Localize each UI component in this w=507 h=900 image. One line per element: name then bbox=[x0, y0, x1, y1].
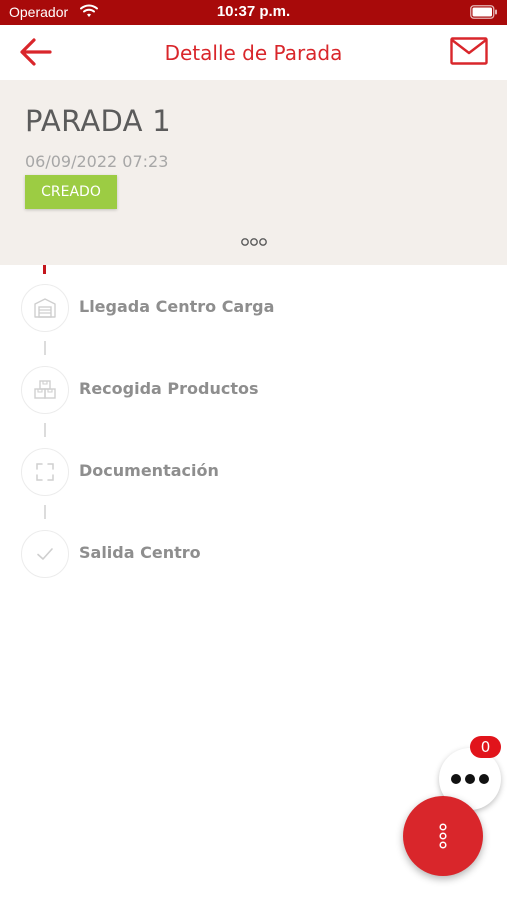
step-documentacion[interactable]: Documentación bbox=[21, 448, 481, 496]
main-menu-button[interactable] bbox=[403, 796, 483, 876]
step-llegada-centro-carga[interactable]: Llegada Centro Carga bbox=[21, 284, 481, 332]
envelope-icon[interactable] bbox=[450, 37, 488, 65]
status-bar: Operador 10:37 p.m. bbox=[0, 0, 507, 25]
stop-title: PARADA 1 bbox=[25, 104, 172, 138]
nav-bar: Detalle de Parada bbox=[0, 25, 507, 80]
timeline-connector bbox=[44, 505, 46, 519]
status-badge: CREADO bbox=[25, 175, 117, 209]
steps-timeline: Llegada Centro Carga Recogida Productos … bbox=[0, 265, 507, 605]
step-label: Recogida Productos bbox=[79, 379, 259, 398]
step-label: Salida Centro bbox=[79, 543, 201, 562]
more-horizontal-icon bbox=[451, 774, 489, 784]
step-icon-circle bbox=[21, 448, 69, 496]
warehouse-icon bbox=[34, 298, 56, 318]
scan-frame-icon bbox=[36, 463, 54, 481]
step-icon-circle bbox=[21, 530, 69, 578]
step-icon-circle bbox=[21, 284, 69, 332]
status-time: 10:37 p.m. bbox=[216, 3, 291, 20]
notification-count-badge: 0 bbox=[470, 736, 501, 758]
stop-header: PARADA 1 06/09/2022 07:23 CREADO bbox=[0, 80, 507, 265]
more-vertical-icon bbox=[439, 823, 447, 849]
step-salida-centro[interactable]: Salida Centro bbox=[21, 530, 481, 578]
boxes-icon bbox=[34, 380, 56, 399]
expand-dots-icon[interactable] bbox=[240, 237, 268, 247]
battery-icon bbox=[470, 5, 497, 19]
step-icon-circle bbox=[21, 366, 69, 414]
step-recogida-productos[interactable]: Recogida Productos bbox=[21, 366, 481, 414]
step-label: Documentación bbox=[79, 461, 219, 480]
step-label: Llegada Centro Carga bbox=[79, 297, 275, 316]
check-icon bbox=[37, 548, 53, 560]
timeline-connector bbox=[44, 341, 46, 355]
stop-datetime: 06/09/2022 07:23 bbox=[25, 152, 169, 171]
page-title: Detalle de Parada bbox=[164, 41, 343, 65]
timeline-progress-start bbox=[43, 265, 46, 274]
timeline-connector bbox=[44, 423, 46, 437]
